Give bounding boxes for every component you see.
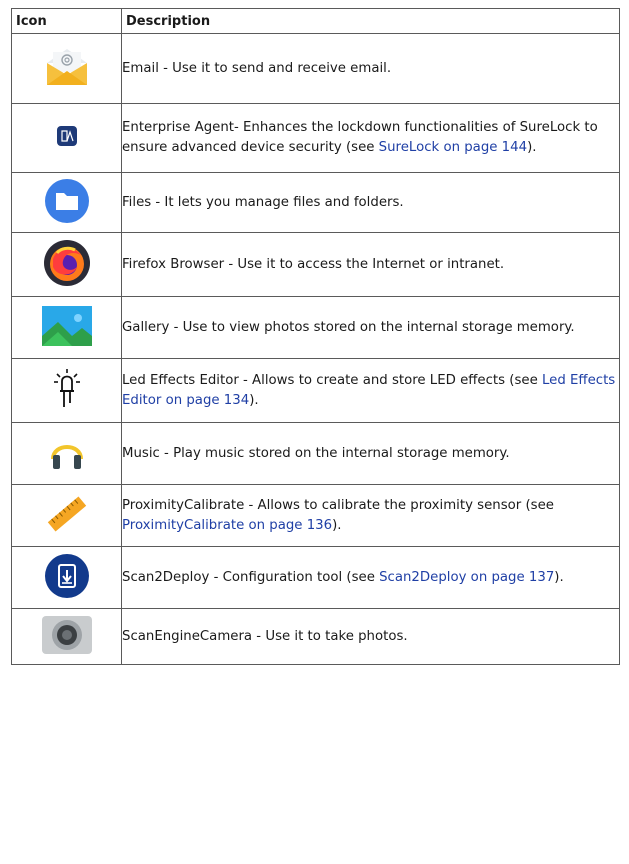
row-description-suffix: ). xyxy=(332,517,342,533)
camera-icon xyxy=(41,615,93,659)
table-row: Firefox Browser - Use it to access the I… xyxy=(11,232,620,297)
firefox-icon xyxy=(43,239,91,291)
icon-column-header: Icon xyxy=(11,8,122,34)
row-description: Email - Use it to send and receive email… xyxy=(122,60,392,76)
surelock-link[interactable]: SureLock on page 144 xyxy=(379,140,527,155)
table-row: ScanEngineCamera - Use it to take photos… xyxy=(11,608,620,665)
row-description: Music - Play music stored on the interna… xyxy=(122,445,510,461)
proximitycalibrate-link[interactable]: ProximityCalibrate on page 136 xyxy=(122,518,332,533)
description-column-header: Description xyxy=(121,8,620,34)
row-description: ScanEngineCamera - Use it to take photos… xyxy=(122,628,408,644)
table-row: Files - It lets you manage files and fol… xyxy=(11,172,620,233)
music-icon xyxy=(47,435,87,473)
row-description-suffix: ). xyxy=(249,392,259,408)
row-description-suffix: ). xyxy=(527,140,537,155)
files-icon xyxy=(44,178,90,228)
row-description: Gallery - Use to view photos stored on t… xyxy=(122,319,575,335)
table-row: Gallery - Use to view photos stored on t… xyxy=(11,296,620,359)
row-description: Scan2Deploy - Configuration tool (see xyxy=(122,569,380,585)
enterprise-agent-icon xyxy=(56,125,78,151)
table-row: Led Effects Editor - Allows to create an… xyxy=(11,358,620,423)
table-row: Email - Use it to send and receive email… xyxy=(11,33,620,104)
row-description: Files - It lets you manage files and fol… xyxy=(122,194,404,210)
led-effects-icon xyxy=(52,368,82,413)
table-header-row: Icon Description xyxy=(11,8,620,34)
table-row: Music - Play music stored on the interna… xyxy=(11,422,620,485)
scan2deploy-link[interactable]: Scan2Deploy on page 137 xyxy=(379,570,554,585)
table-row: Enterprise Agent- Enhances the lockdown … xyxy=(11,103,620,173)
email-icon xyxy=(43,47,91,91)
table-row: ProximityCalibrate - Allows to calibrate… xyxy=(11,484,620,547)
table-row: Scan2Deploy - Configuration tool (see Sc… xyxy=(11,546,620,609)
row-description: Led Effects Editor - Allows to create an… xyxy=(122,372,542,388)
row-description: Firefox Browser - Use it to access the I… xyxy=(122,256,505,272)
apps-table: Icon Description Email - Use it to send … xyxy=(11,8,620,665)
row-description-suffix: ). xyxy=(554,569,564,585)
ruler-icon xyxy=(45,494,89,538)
gallery-icon xyxy=(41,305,92,350)
row-description: ProximityCalibrate - Allows to calibrate… xyxy=(122,497,554,513)
scan2deploy-icon xyxy=(44,553,90,603)
